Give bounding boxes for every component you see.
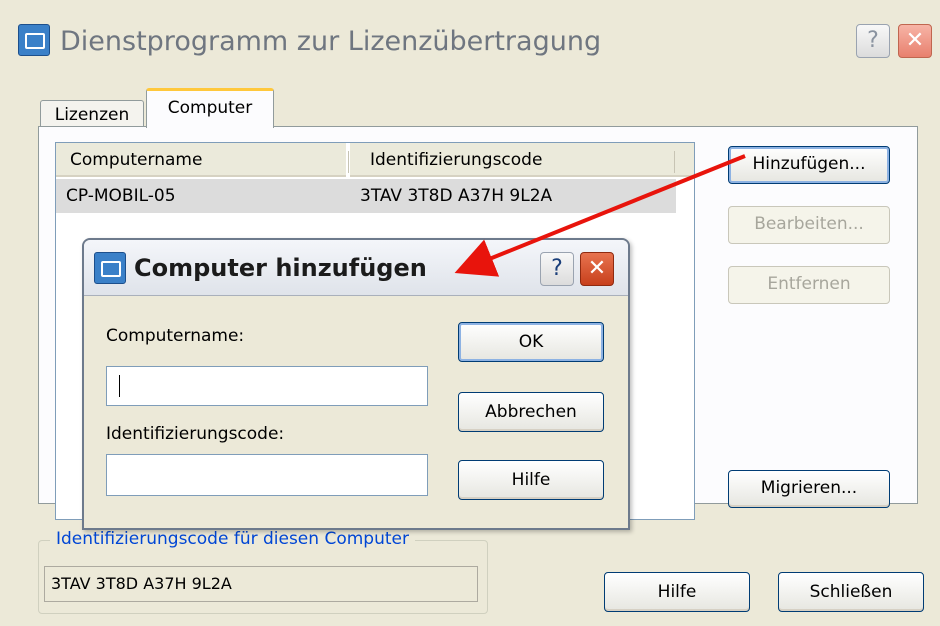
text-caret	[119, 375, 120, 397]
dialog-title-bar[interactable]: Computer hinzufügen ? ✕	[84, 240, 628, 296]
cancel-button[interactable]: Abbrechen	[458, 392, 604, 432]
dialog-help-button[interactable]: Hilfe	[458, 460, 604, 500]
edit-button[interactable]: Bearbeiten...	[728, 206, 890, 244]
cell-code: 3TAV 3T8D A37H 9L2A	[360, 186, 553, 206]
code-input[interactable]	[106, 454, 428, 496]
app-icon	[18, 24, 50, 56]
add-computer-dialog: Computer hinzufügen ? ✕ Computername: Id…	[82, 238, 630, 530]
dialog-title: Computer hinzufügen	[134, 254, 427, 282]
cell-computername: CP-MOBIL-05	[66, 186, 176, 206]
group-label: Identifizierungscode für diesen Computer	[50, 529, 415, 549]
tab-computer[interactable]: Computer	[146, 88, 274, 128]
window-title: Dienstprogramm zur Lizenzübertragung	[60, 26, 602, 57]
tab-lizenzen[interactable]: Lizenzen	[40, 100, 144, 128]
migrate-button[interactable]: Migrieren...	[728, 470, 890, 508]
dialog-help-title-button[interactable]: ?	[540, 252, 574, 286]
column-header-code[interactable]: Identifizierungscode	[350, 143, 676, 177]
dialog-close-title-button[interactable]: ✕	[580, 252, 614, 286]
this-computer-code-field: 3TAV 3T8D A37H 9L2A	[44, 566, 478, 602]
column-header-filler	[676, 143, 694, 177]
help-button[interactable]: Hilfe	[604, 572, 750, 612]
help-title-button[interactable]: ?	[856, 24, 890, 58]
add-button-label: Hinzufügen...	[752, 154, 866, 174]
close-button[interactable]: Schließen	[778, 572, 924, 612]
dialog-app-icon	[94, 252, 126, 284]
column-separator[interactable]	[674, 151, 675, 173]
table-row[interactable]: CP-MOBIL-05 3TAV 3T8D A37H 9L2A	[56, 179, 676, 213]
add-button[interactable]: Hinzufügen...	[728, 146, 890, 184]
computername-input[interactable]	[106, 366, 428, 406]
main-window: Dienstprogramm zur Lizenzübertragung ? ✕…	[0, 0, 940, 626]
computername-label: Computername:	[106, 326, 245, 346]
column-separator[interactable]	[348, 151, 349, 173]
close-title-button[interactable]: ✕	[898, 24, 932, 58]
title-bar[interactable]: Dienstprogramm zur Lizenzübertragung ? ✕	[0, 0, 940, 90]
ok-button[interactable]: OK	[458, 322, 604, 362]
column-header-computername[interactable]: Computername	[56, 143, 346, 177]
remove-button[interactable]: Entfernen	[728, 266, 890, 304]
code-label: Identifizierungscode:	[106, 424, 285, 444]
